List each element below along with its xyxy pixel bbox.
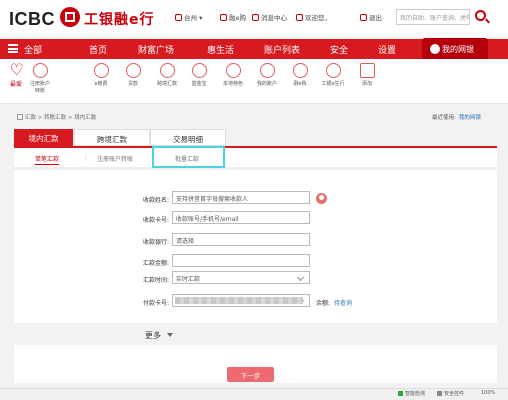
amount-input[interactable] — [172, 254, 310, 267]
subtab-single[interactable]: 单笔汇款 — [35, 154, 60, 165]
payee-bank-select[interactable]: 请选择 — [172, 233, 310, 246]
my-bank-button[interactable]: 我的网银 — [422, 38, 488, 61]
check-icon — [398, 391, 403, 396]
pay-icon — [93, 63, 109, 78]
remit-time-label: 汇款时间: — [142, 277, 169, 284]
shield-icon — [437, 391, 442, 396]
menu-icon[interactable] — [8, 44, 18, 53]
balance-query-link[interactable]: 待查询 — [334, 298, 352, 307]
remit-time-select[interactable]: 实时汇款 — [172, 271, 310, 284]
home-icon[interactable] — [17, 114, 23, 120]
account-icon — [259, 63, 275, 78]
batch-tab-highlight — [152, 146, 225, 168]
quick-registered-transfer[interactable]: 注册账户 转账 — [25, 63, 55, 94]
shop-icon — [292, 63, 308, 78]
pay-card-redacted — [175, 297, 303, 304]
quick-add[interactable]: 添加 — [352, 63, 382, 88]
search-input[interactable]: 我的自助、账户查询、虎年转 — [396, 9, 470, 25]
icbc-emblem-icon — [60, 7, 80, 27]
quick-cross-border[interactable]: 跨境汇款 — [152, 63, 182, 88]
top-header: ICBC 工银融e行 台州 ▾ 融e购 消息中心 欢迎您， 退出 我的自助、账户… — [0, 0, 508, 37]
nav-home[interactable]: 首页 — [89, 43, 107, 56]
quick-e-life[interactable]: 工银e生行 — [318, 63, 348, 88]
status-security-control[interactable]: 安全控件 — [437, 390, 464, 397]
contact-icon[interactable] — [316, 193, 327, 204]
nav-security[interactable]: 安全 — [330, 43, 348, 56]
pay-card-label: 付款卡号: — [142, 300, 169, 307]
nav-all[interactable]: 全部 — [24, 43, 42, 56]
nav-life[interactable]: 惠生活 — [207, 43, 234, 56]
local-icon — [225, 63, 241, 78]
loan-icon — [125, 63, 141, 78]
location-pin-icon — [175, 14, 182, 21]
more-toggle[interactable]: 更多 — [145, 330, 161, 341]
zoom-level[interactable]: 100% — [481, 390, 495, 396]
payee-card-label: 收款卡号: — [142, 217, 169, 224]
icbc-logo[interactable]: ICBC — [9, 9, 55, 30]
nav-settings[interactable]: 设置 — [378, 43, 396, 56]
chevron-down-icon[interactable] — [167, 333, 173, 337]
status-smart-detect[interactable]: 智能检测 — [398, 390, 425, 397]
payee-bank-label: 收款银行: — [142, 239, 169, 246]
remit-icon — [159, 63, 175, 78]
tab-cross-border[interactable]: 跨境汇款 — [74, 129, 150, 146]
recent-used: 最近使用: 我的网银 — [432, 115, 481, 121]
payee-name-input[interactable]: 支持拼音首字母搜索收款人 — [172, 191, 310, 204]
add-icon — [359, 63, 375, 78]
quick-epay[interactable]: e缴费 — [86, 63, 116, 88]
heart-icon — [9, 60, 24, 79]
transfer-icon — [32, 63, 48, 78]
recent-link[interactable]: 我的网银 — [459, 115, 481, 121]
quick-fund[interactable]: 基金宝 — [184, 63, 214, 88]
icbc-cn-logo: 工银融e行 — [84, 12, 155, 28]
quick-loan[interactable]: 贷款 — [118, 63, 148, 88]
fund-icon — [191, 63, 207, 78]
link-message-center[interactable]: 消息中心 — [252, 12, 287, 22]
tab-domestic[interactable]: 境内汇款 — [14, 129, 73, 146]
life-icon — [325, 63, 341, 78]
user-icon — [296, 14, 303, 21]
nav-wealth[interactable]: 财富广场 — [138, 43, 174, 56]
mail-icon — [252, 14, 259, 21]
payee-card-input[interactable]: 收款账号/手机号/email — [172, 211, 310, 224]
payee-name-label: 收款姓名: — [142, 197, 169, 204]
next-button[interactable]: 下一步 — [227, 367, 274, 382]
welcome-text: 欢迎您， — [296, 12, 331, 22]
phone-icon — [220, 14, 227, 21]
logout-icon — [360, 14, 367, 21]
breadcrumb: 汇款 > 转账汇款 > 境内汇款 — [17, 113, 96, 121]
subtab-divider: | — [85, 154, 88, 161]
browser-status-bar — [0, 388, 508, 400]
link-rongegou[interactable]: 融e购 — [220, 12, 246, 22]
quick-local[interactable]: 本地特色 — [218, 63, 248, 88]
search-icon[interactable] — [475, 10, 486, 21]
quick-my-account[interactable]: 我的账户 — [252, 63, 282, 88]
amount-label: 汇款金额: — [142, 260, 169, 267]
more-section — [14, 323, 497, 345]
tab-transactions[interactable]: 交易明细 — [150, 129, 226, 146]
balance-label: 余额: — [316, 300, 331, 307]
quick-access-bar: 最爱 注册账户 转账 e缴费 贷款 跨境汇款 基金宝 本地特色 我的账户 融e购… — [0, 59, 508, 104]
logout-link[interactable]: 退出 — [360, 12, 382, 22]
subtab-registered[interactable]: 注册账户转账 — [97, 154, 133, 163]
wallet-icon — [430, 44, 440, 54]
quick-rongegou[interactable]: 融e购 — [285, 63, 315, 88]
location-selector[interactable]: 台州 ▾ — [175, 12, 202, 22]
nav-accounts[interactable]: 账户列表 — [264, 43, 300, 56]
